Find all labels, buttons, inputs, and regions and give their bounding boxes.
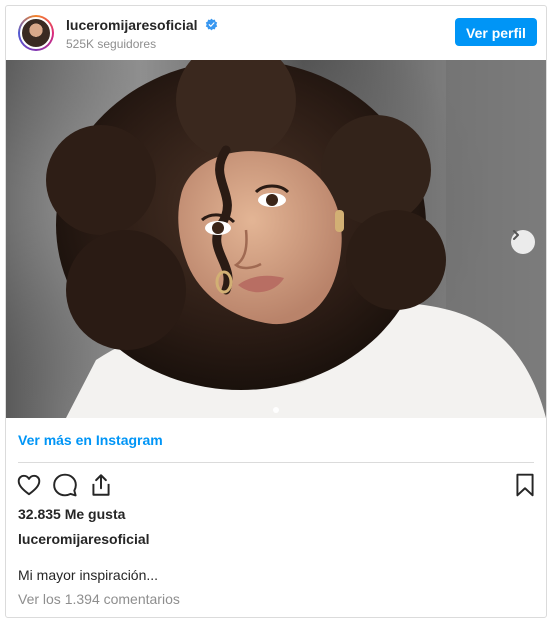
comment-icon[interactable]	[52, 472, 78, 498]
instagram-embed-card: luceromijaresoficial 525K seguidores Ver…	[5, 5, 547, 618]
post-photo[interactable]	[6, 60, 546, 418]
chevron-right-icon	[513, 230, 519, 240]
followers-count: 525K seguidores	[66, 37, 157, 51]
heart-icon[interactable]	[16, 472, 42, 498]
username-link[interactable]: luceromijaresoficial	[66, 17, 198, 33]
view-comments-link[interactable]: Ver los 1.394 comentarios	[18, 591, 180, 607]
caption-username-link[interactable]: luceromijaresoficial	[18, 531, 150, 547]
carousel-dots	[6, 400, 546, 418]
action-bar	[6, 469, 546, 501]
caption-text: Mi mayor inspiración...	[18, 567, 159, 583]
avatar[interactable]	[18, 15, 54, 51]
user-block: luceromijaresoficial 525K seguidores	[66, 16, 218, 51]
avatar-image	[20, 17, 52, 49]
carousel-dot	[273, 407, 279, 413]
bookmark-icon[interactable]	[512, 472, 538, 498]
share-icon[interactable]	[88, 472, 114, 498]
post-header: luceromijaresoficial 525K seguidores Ver…	[6, 6, 546, 60]
likes-count[interactable]: 32.835 Me gusta	[18, 506, 125, 522]
view-profile-button[interactable]: Ver perfil	[455, 18, 537, 46]
next-photo-button[interactable]	[511, 230, 535, 254]
view-more-on-instagram-link[interactable]: Ver más en Instagram	[18, 432, 163, 448]
portrait-illustration	[6, 60, 546, 418]
divider	[18, 462, 534, 463]
verified-badge-icon	[205, 18, 218, 31]
